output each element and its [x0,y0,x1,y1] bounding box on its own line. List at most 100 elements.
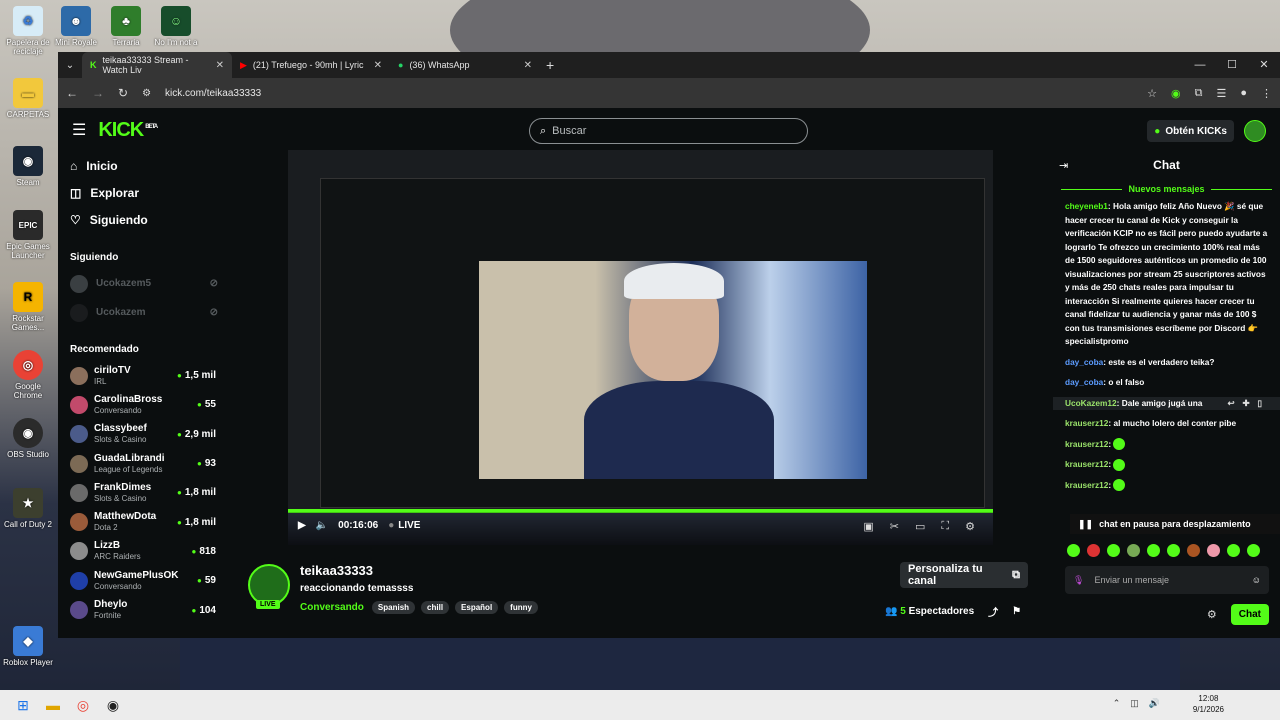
recommended-item[interactable]: ClassybeefSlots & Casino 2,9 mil [58,420,230,449]
fullscreen-icon[interactable]: ⛶ [941,520,949,533]
nav-explore[interactable]: ◫ Explorar [70,179,230,206]
back-icon[interactable]: ← [66,86,78,100]
obs-taskbar-icon[interactable]: ◉ [98,697,128,714]
emote-icon[interactable] [1147,544,1160,557]
emoji-icon[interactable]: ☺ [1252,575,1261,585]
following-item[interactable]: Ucokazem ⊘ [58,298,230,327]
send-chat-button[interactable]: Chat [1230,603,1269,625]
reload-icon[interactable]: ↻ [118,86,128,100]
forward-icon[interactable]: → [92,86,104,100]
new-tab-button[interactable]: + [546,57,554,73]
close-window-button[interactable]: ✕ [1248,52,1280,78]
chat-username[interactable]: krauserz12 [1065,480,1108,490]
tag[interactable]: Spanish [371,601,416,614]
share-icon[interactable]: ⤴ [988,604,998,619]
close-icon[interactable]: ✕ [374,60,382,71]
obs-icon[interactable]: ◉ OBS Studio [0,418,56,459]
tag[interactable]: funny [504,601,538,614]
mini-royale-icon[interactable]: ☻ Mini Royale [48,6,104,47]
maximize-button[interactable]: ☐ [1216,52,1248,78]
terraria-icon[interactable]: ♣ Terraria [98,6,154,47]
search-input[interactable]: ⌕ Buscar [529,118,808,144]
rockstar-icon[interactable]: R Rockstar Games... [0,282,56,332]
bookmark-star-icon[interactable]: ☆ [1147,87,1157,100]
chrome-icon[interactable]: ◎ Google Chrome [0,350,56,400]
message-actions[interactable]: ↩✚▯ [1228,397,1270,411]
volume-icon[interactable]: 🔈 [316,520,328,531]
chat-username[interactable]: day_coba [1065,357,1103,367]
emote-icon[interactable] [1247,544,1260,557]
user-avatar[interactable] [1244,120,1266,142]
tab-youtube[interactable]: ▶ (21) Trefuego - 90mh | Lyric ✕ [232,52,390,78]
theater-icon[interactable]: ▭ [915,520,925,533]
reading-list-icon[interactable]: ☰ [1216,87,1226,100]
tag[interactable]: chill [421,601,450,614]
windows-start-icon[interactable]: ⊞ [8,697,38,714]
recommended-item[interactable]: LizzBARC Raiders 818 [58,537,230,566]
roblox-icon[interactable]: ◆ Roblox Player [0,626,56,667]
recommended-item[interactable]: CarolinaBrossConversando 55 [58,390,230,419]
nav-home[interactable]: ⌂ Inicio [70,152,230,179]
folder-icon[interactable]: ▬ CARPETAS [0,78,56,119]
emote-icon[interactable] [1207,544,1220,557]
report-icon[interactable]: ⚑ [1012,606,1021,617]
recommended-item[interactable]: MatthewDotaDota 2 1,8 mil [58,507,230,536]
recommended-item[interactable]: GuadaLibrandiLeague of Legends 93 [58,449,230,478]
tab-whatsapp[interactable]: ● (36) WhatsApp ✕ [390,52,540,78]
chat-username[interactable]: krauserz12 [1065,459,1108,469]
steam-icon[interactable]: ◉ Steam [0,146,56,187]
microphone-icon[interactable]: 🎙 [1073,575,1084,586]
tab-search-icon[interactable]: ⌄ [58,60,82,71]
clip-icon[interactable]: ✂ [890,520,899,533]
profile-icon[interactable]: ● [1240,87,1247,100]
stream-category[interactable]: Conversando [300,602,364,613]
emote-icon[interactable] [1227,544,1240,557]
streamer-name[interactable]: teikaa33333 [300,563,373,578]
recommended-item[interactable]: FrankDimesSlots & Casino 1,8 mil [58,478,230,507]
emote-icon[interactable] [1087,544,1100,557]
following-item[interactable]: Ucokazem5 ⊘ [58,269,230,298]
pip-icon[interactable]: ▣ [863,520,873,533]
extension-icon[interactable]: ◉ [1171,87,1181,100]
close-icon[interactable]: ✕ [524,60,532,71]
network-icon[interactable]: ◫ [1130,698,1139,709]
emote-icon[interactable] [1067,544,1080,557]
volume-tray-icon[interactable]: 🔊 [1149,698,1160,709]
chat-settings-icon[interactable]: ⚙ [1207,608,1217,621]
game-icon[interactable]: ☺ No I'm not a [148,6,204,47]
chat-username[interactable]: cheyeneb1 [1065,201,1108,211]
settings-icon[interactable]: ⚙ [965,520,975,533]
menu-icon[interactable]: ⋮ [1261,87,1272,100]
chat-username[interactable]: krauserz12 [1065,418,1108,428]
hamburger-menu-icon[interactable]: ☰ [72,120,86,140]
recommended-item[interactable]: NewGamePlusOKConversando 59 [58,566,230,595]
kick-logo[interactable]: KICK BETA [98,119,158,142]
close-icon[interactable]: ✕ [216,60,224,71]
site-info-icon[interactable]: ⚙ [142,88,151,99]
url-field[interactable]: kick.com/teikaa33333 [165,88,261,99]
tag[interactable]: Español [455,601,499,614]
recommended-item[interactable]: DheyloFortnite 104 [58,595,230,624]
nav-following[interactable]: ♡ Siguiendo [70,206,230,233]
recommended-item[interactable]: ciriloTVIRL 1,5 mil [58,361,230,390]
video-player[interactable]: ▶ 🔈 00:16:06 LIVE ▣ ✂ ▭ ⛶ ⚙ [288,150,993,545]
emote-icon[interactable] [1167,544,1180,557]
call-of-duty-icon[interactable]: ★ Call of Duty 2 [0,488,56,529]
chat-username[interactable]: day_coba [1065,377,1103,387]
chat-input[interactable]: 🎙 Enviar un mensaje ☺ [1065,566,1269,594]
collapse-chat-icon[interactable]: ⇥ [1059,159,1068,172]
chrome-taskbar-icon[interactable]: ◎ [68,697,98,714]
chat-message-hovered[interactable]: UcoKazem12: Dale amigo jugá una ↩✚▯ [1053,396,1280,411]
minimize-button[interactable]: — [1184,52,1216,78]
emote-icon[interactable] [1187,544,1200,557]
extensions-puzzle-icon[interactable]: ⧉ [1195,87,1203,100]
tray-chevron-icon[interactable]: ⌃ [1113,698,1121,709]
emote-icon[interactable] [1127,544,1140,557]
chat-paused-banner[interactable]: ❚❚ chat en pausa para desplazamiento [1070,514,1280,534]
get-kicks-button[interactable]: ● Obtén KICKs [1147,120,1234,142]
emote-icon[interactable] [1107,544,1120,557]
chat-username[interactable]: krauserz12 [1065,439,1108,449]
file-explorer-icon[interactable]: ▬ [38,697,68,713]
chat-username[interactable]: UcoKazem12 [1065,398,1117,408]
play-icon[interactable]: ▶ [298,520,306,531]
